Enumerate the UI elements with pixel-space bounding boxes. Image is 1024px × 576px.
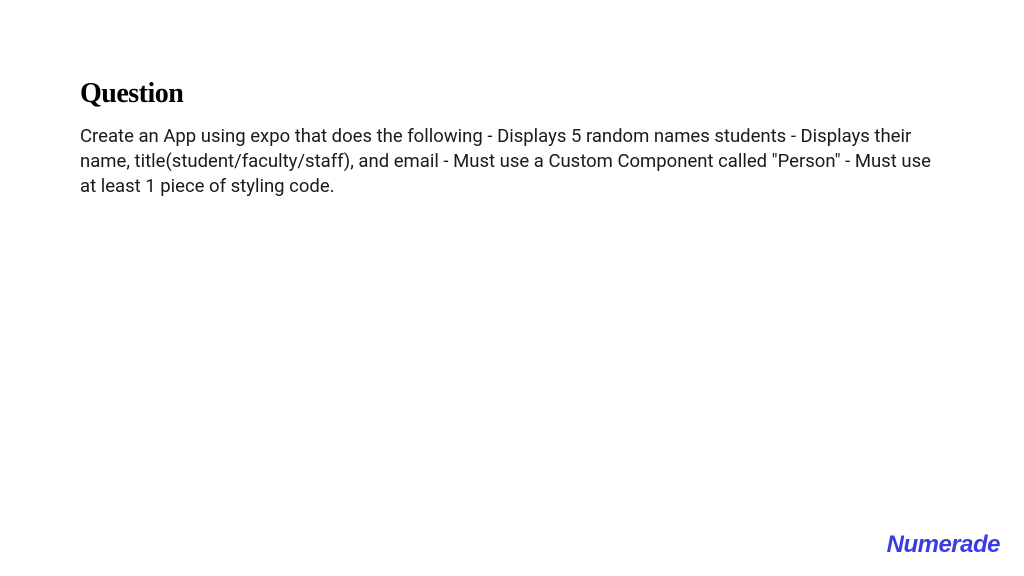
question-body: Create an App using expo that does the f… [80,124,944,199]
logo-text: Numerade [887,531,1000,559]
question-content: Question Create an App using expo that d… [0,0,1024,199]
question-heading: Question [80,78,944,110]
numerade-logo: Numerade [887,530,1000,558]
